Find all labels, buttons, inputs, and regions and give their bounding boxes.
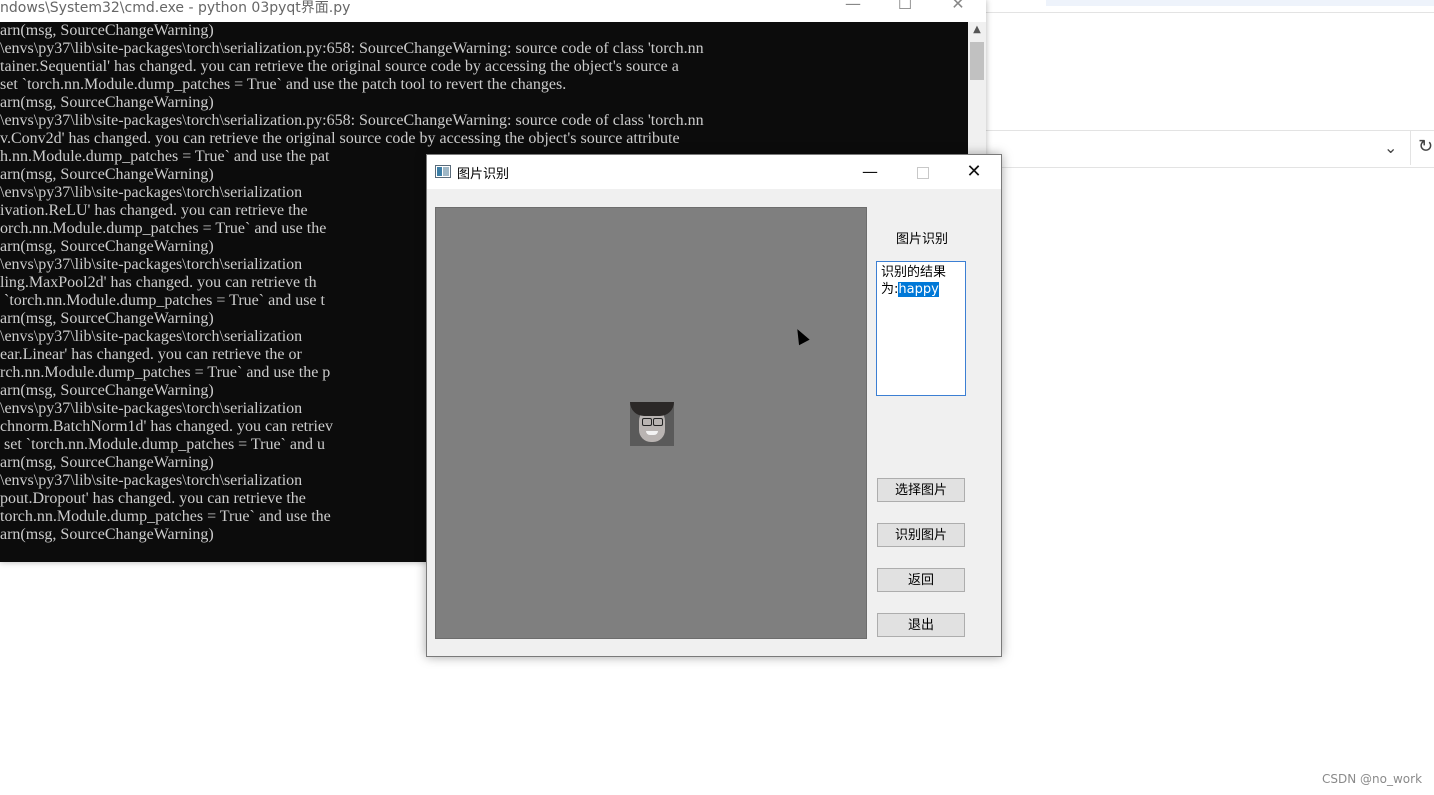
console-line: \envs\py37\lib\site-packages\torch\seria… [0, 40, 704, 57]
exit-button[interactable]: 退出 [877, 613, 965, 637]
result-textbox[interactable]: 识别的结果为:happy [876, 261, 966, 396]
console-line: tainer.Sequential' has changed. you can … [0, 58, 679, 75]
address-separator [1410, 131, 1411, 165]
glasses-left [642, 418, 652, 426]
console-line: \envs\py37\lib\site-packages\torch\seria… [0, 112, 704, 129]
chevron-down-icon[interactable]: ⌄ [1384, 138, 1397, 157]
select-image-button[interactable]: 选择图片 [877, 478, 965, 502]
mouse-cursor-icon [792, 326, 810, 346]
close-icon[interactable]: ✕ [951, 159, 997, 185]
dialog-titlebar[interactable]: 图片识别 — ✕ [427, 155, 1001, 189]
scrollbar-thumb[interactable] [970, 42, 984, 80]
explorer-ribbon-strip [1046, 0, 1434, 6]
side-title-label: 图片识别 [895, 232, 948, 247]
recognize-image-button[interactable]: 识别图片 [877, 523, 965, 547]
scroll-up-icon[interactable]: ▲ [968, 24, 986, 40]
console-line: v.Conv2d' has changed. you can retrieve … [0, 130, 680, 147]
image-display-area [435, 207, 867, 639]
explorer-divider [986, 12, 1434, 13]
console-line: set `torch.nn.Module.dump_patches = True… [0, 76, 567, 93]
face-thumbnail [630, 402, 674, 446]
minimize-icon[interactable]: — [830, 0, 876, 16]
refresh-icon[interactable]: ↻ [1418, 136, 1433, 157]
watermark: CSDN @no_work [1322, 772, 1423, 786]
close-icon[interactable]: ✕ [935, 0, 981, 16]
console-line: arn(msg, SourceChangeWarning) [0, 94, 214, 111]
explorer-address-bar[interactable] [986, 130, 1434, 168]
image-recognition-dialog: 图片识别 — ✕ 图片识别 识别的结果为:happy 选择图片 识别图片 返回 … [426, 154, 1002, 657]
maximize-icon[interactable]: ☐ [882, 0, 928, 16]
app-window-icon [435, 165, 451, 178]
maximize-icon [899, 159, 945, 185]
back-button[interactable]: 返回 [877, 568, 965, 592]
minimize-icon[interactable]: — [847, 159, 893, 185]
result-value-selected[interactable]: happy [898, 282, 939, 297]
glasses-right [653, 418, 663, 426]
face-hair [630, 402, 674, 416]
dialog-title: 图片识别 [457, 167, 510, 182]
cmd-titlebar[interactable]: ndows\System32\cmd.exe - python 03pyqt界面… [0, 0, 986, 22]
cmd-title: ndows\System32\cmd.exe - python 03pyqt界面… [0, 0, 351, 16]
console-line: arn(msg, SourceChangeWarning) [0, 22, 214, 39]
